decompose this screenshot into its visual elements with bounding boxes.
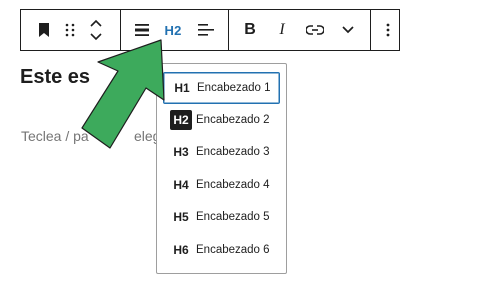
heading-level-badge: H3 [173,145,189,159]
paragraph-placeholder[interactable]: Teclea / pa elegir [21,128,168,144]
heading-option-h2[interactable]: H2 Encabezado 2 [163,104,280,136]
more-vertical-icon [386,23,390,37]
align-button[interactable] [129,10,155,50]
toolbar-separator [370,10,371,50]
heading-block[interactable]: Este es [20,66,90,89]
heading-level-dropdown: H1 Encabezado 1 H2 Encabezado 2 H3 Encab… [156,63,287,274]
drag-handle[interactable] [59,10,81,50]
heading-option-label: Encabezado 2 [196,114,270,126]
heading-option-label: Encabezado 3 [196,146,270,158]
bold-label: B [244,21,256,38]
move-up-down-button[interactable] [83,10,109,50]
bookmark-button[interactable] [27,10,61,50]
heading-text: Este es [20,66,91,88]
bold-button[interactable]: B [237,10,263,50]
heading-option-h3[interactable]: H3 Encabezado 3 [163,136,280,168]
paragraph-text-start: Teclea / pa [21,128,89,144]
heading-level-badge: H1 [174,81,190,95]
link-icon [306,25,324,35]
text-align-button[interactable] [193,10,219,50]
heading-level-badge: H6 [173,243,189,257]
chevron-up-down-icon [90,19,102,41]
heading-option-label: Encabezado 6 [196,244,270,256]
drag-handle-icon [65,23,75,37]
options-button[interactable] [377,10,399,50]
heading-level-badge-selected: H2 [170,110,192,130]
align-center-icon [135,24,149,36]
block-toolbar: H2 B I [20,9,400,51]
link-button[interactable] [301,10,329,50]
align-left-icon [198,24,214,36]
heading-option-h5[interactable]: H5 Encabezado 5 [163,201,280,233]
heading-option-label: Encabezado 5 [196,211,270,223]
italic-button[interactable]: I [269,10,295,50]
heading-option-label: Encabezado 1 [197,82,271,94]
chevron-down-icon [342,26,354,34]
heading-level-button[interactable]: H2 [159,10,187,50]
toolbar-separator [228,10,229,50]
heading-level-badge: H4 [173,178,189,192]
heading-level-label: H2 [164,22,182,38]
heading-level-badge: H5 [173,210,189,224]
bookmark-icon [39,23,49,37]
heading-option-h4[interactable]: H4 Encabezado 4 [163,169,280,201]
more-rich-text-button[interactable] [335,10,361,50]
heading-option-h1[interactable]: H1 Encabezado 1 [163,72,280,104]
italic-label: I [279,21,285,38]
toolbar-separator [120,10,121,50]
heading-option-h6[interactable]: H6 Encabezado 6 [163,234,280,266]
heading-option-label: Encabezado 4 [196,179,270,191]
